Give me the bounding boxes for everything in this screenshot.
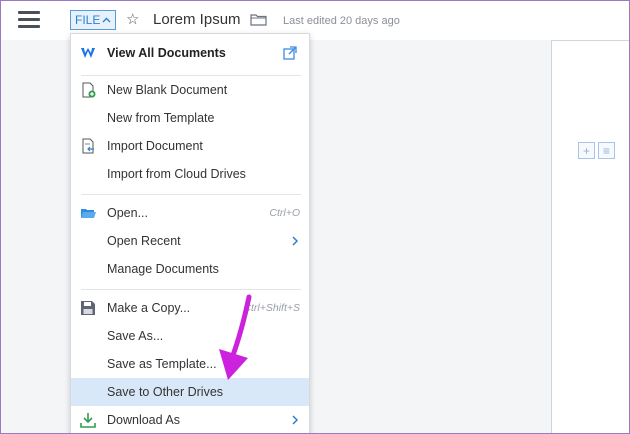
menu-item-new-blank-document[interactable]: New Blank Document	[71, 76, 309, 104]
menu-item-label: Import from Cloud Drives	[107, 167, 246, 181]
menu-item-save-to-other-drives[interactable]: Save to Other Drives	[71, 378, 309, 406]
menu-item-label: Save As...	[107, 329, 164, 343]
menu-item-save-as-template[interactable]: Save as Template...	[71, 350, 309, 378]
add-block-icon[interactable]: +	[578, 142, 595, 159]
menu-separator	[81, 194, 301, 195]
page-tools: + ≡	[578, 142, 615, 159]
folder-icon[interactable]	[250, 13, 267, 26]
menu-item-label: Open Recent	[107, 234, 181, 248]
menu-item-manage-documents[interactable]: Manage Documents	[71, 255, 309, 283]
file-menu-label: FILE	[75, 13, 101, 27]
hamburger-icon[interactable]	[18, 11, 40, 29]
menu-item-make-a-copy[interactable]: Make a Copy... Ctrl+Shift+S	[71, 294, 309, 322]
menu-item-label: Manage Documents	[107, 262, 219, 276]
external-link-icon	[283, 46, 297, 60]
keyboard-shortcut: Ctrl+O	[269, 207, 300, 219]
menu-item-label: Import Document	[107, 139, 203, 153]
menu-item-label: Download As	[107, 413, 180, 427]
document-title[interactable]: Lorem Ipsum	[153, 10, 241, 30]
document-page[interactable]	[551, 40, 630, 434]
menu-item-view-all-documents[interactable]: View All Documents	[71, 39, 309, 67]
download-icon	[80, 413, 96, 428]
new-document-icon	[82, 82, 96, 98]
last-edited-text: Last edited 20 days ago	[283, 15, 400, 27]
menu-item-label: New from Template	[107, 111, 215, 125]
text-block-icon[interactable]: ≡	[598, 142, 615, 159]
import-document-icon	[82, 138, 94, 154]
file-menu: View All Documents New Blank Document Ne…	[70, 33, 310, 434]
menu-item-label: Save as Template...	[107, 357, 217, 371]
menu-separator	[81, 289, 301, 290]
menu-item-new-from-template[interactable]: New from Template	[71, 104, 309, 132]
menu-item-import-from-cloud-drives[interactable]: Import from Cloud Drives	[71, 160, 309, 188]
menu-item-label: View All Documents	[107, 46, 226, 60]
menu-item-open[interactable]: Open... Ctrl+O	[71, 199, 309, 227]
menu-item-open-recent[interactable]: Open Recent	[71, 227, 309, 255]
chevron-right-icon	[292, 415, 299, 425]
menu-item-label: New Blank Document	[107, 83, 228, 97]
open-folder-icon	[81, 209, 96, 218]
menu-item-label: Open...	[107, 206, 148, 220]
chevron-up-icon	[102, 17, 111, 23]
wps-logo-icon	[81, 48, 95, 58]
menu-item-label: Make a Copy...	[107, 301, 191, 315]
chevron-right-icon	[292, 236, 299, 246]
menu-item-download-as[interactable]: Download As	[71, 406, 309, 434]
star-icon[interactable]: ☆	[126, 10, 139, 30]
file-menu-button[interactable]: FILE	[70, 10, 117, 30]
save-disk-icon	[81, 301, 95, 315]
menu-item-save-as[interactable]: Save As...	[71, 322, 309, 350]
menu-item-label: Save to Other Drives	[107, 385, 224, 399]
menu-item-import-document[interactable]: Import Document	[71, 132, 309, 160]
annotation-arrow-icon	[219, 294, 252, 380]
